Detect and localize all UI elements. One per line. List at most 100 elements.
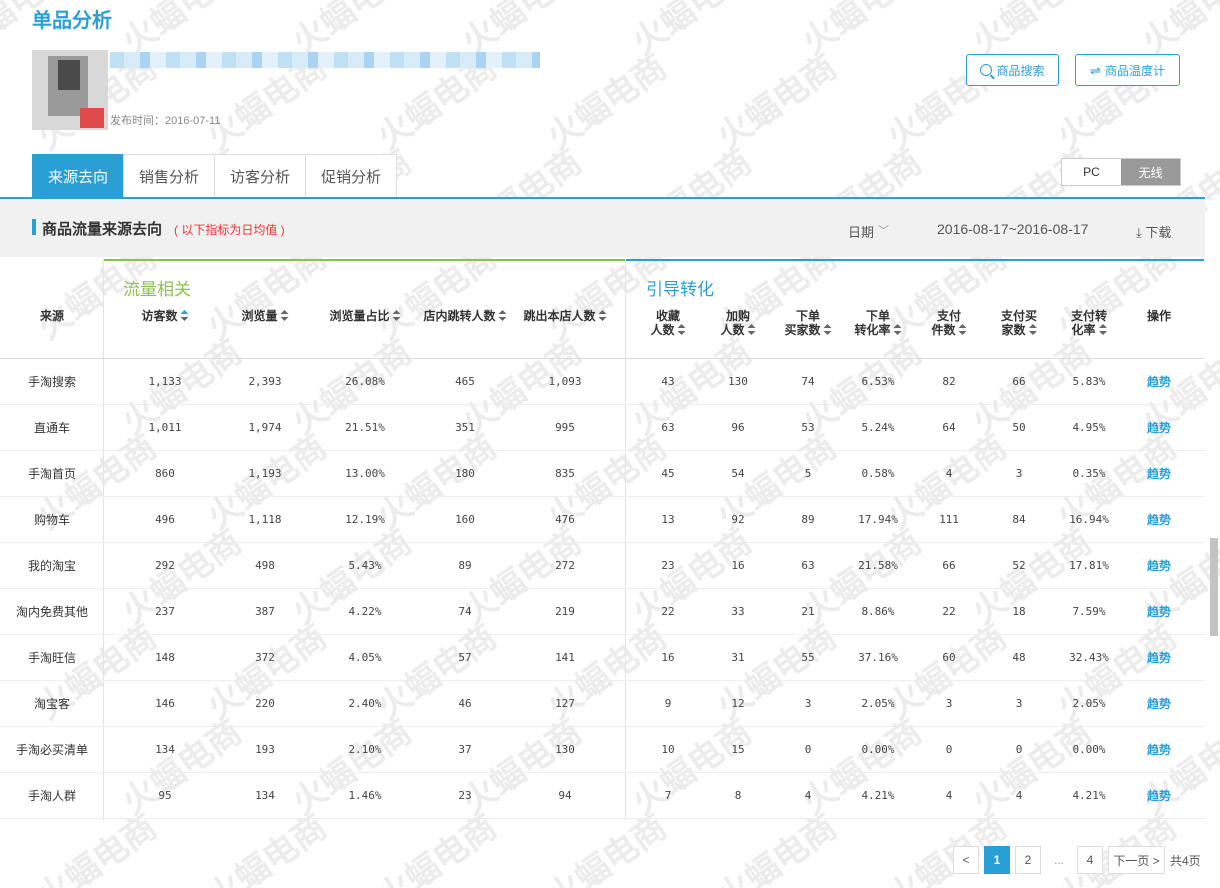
- column-header[interactable]: 浏览量占比: [329, 309, 401, 323]
- metric-cell: 2.05%: [861, 697, 895, 710]
- table-row: 直通车 1,011 1,974 21.51% 351 995 63 96 53 5.24% 64 50…: [0, 405, 1205, 451]
- product-search-button[interactable]: 商品搜索: [966, 54, 1059, 86]
- device-wireless-option[interactable]: 无线: [1121, 159, 1180, 185]
- sort-icon[interactable]: [598, 310, 607, 321]
- scrollbar-thumb[interactable]: [1210, 538, 1218, 636]
- chevron-down-icon[interactable]: ﹀: [878, 222, 889, 238]
- column-header[interactable]: 跳出本店人数: [523, 309, 607, 323]
- column-header[interactable]: 下单 买家数: [784, 309, 832, 337]
- trend-link[interactable]: 趋势: [1147, 635, 1171, 681]
- column-header[interactable]: 收藏 人数: [650, 309, 686, 337]
- metric-cell: 45: [661, 467, 675, 480]
- metric-cell: 7: [664, 789, 672, 802]
- column-header[interactable]: 浏览量: [241, 309, 289, 323]
- tab-sales[interactable]: 销售分析: [123, 154, 216, 198]
- column-header[interactable]: 访客数: [141, 309, 189, 323]
- metric-cell: 0.00%: [1072, 743, 1106, 756]
- trend-link[interactable]: 趋势: [1147, 405, 1171, 451]
- column-header[interactable]: 支付 件数: [931, 309, 967, 337]
- metric-cell: 5.83%: [1072, 375, 1106, 388]
- tab-source[interactable]: 来源去向: [32, 154, 125, 198]
- sort-icon[interactable]: [498, 310, 507, 321]
- trend-link[interactable]: 趋势: [1147, 359, 1171, 405]
- metric-cell: 22: [661, 605, 675, 618]
- prev-page-button[interactable]: <: [953, 846, 979, 874]
- sort-icon[interactable]: [1098, 324, 1107, 335]
- analysis-tabs: 来源去向 销售分析 访客分析 促销分析: [32, 154, 398, 198]
- metric-cell: 0: [804, 743, 812, 756]
- table-row: 淘内免费其他 237 387 4.22% 74 219 22 33 21 8.86% 22 18 7.5…: [0, 589, 1205, 635]
- metric-cell: 130: [728, 375, 748, 388]
- trend-link[interactable]: 趋势: [1147, 681, 1171, 727]
- metric-cell: 8.86%: [861, 605, 895, 618]
- metric-cell: 43: [661, 375, 675, 388]
- tab-promotion[interactable]: 促销分析: [305, 154, 398, 198]
- page-button-1[interactable]: 1: [984, 846, 1010, 874]
- trend-link[interactable]: 趋势: [1147, 589, 1171, 635]
- trend-link[interactable]: 趋势: [1147, 773, 1171, 819]
- metric-cell: 37: [458, 743, 472, 756]
- page-button-2[interactable]: 2: [1015, 846, 1041, 874]
- device-pc-option[interactable]: PC: [1062, 159, 1121, 185]
- column-header[interactable]: 店内跳转人数: [423, 309, 507, 323]
- source-name-cell: 淘宝客: [33, 697, 71, 711]
- sort-icon[interactable]: [1028, 324, 1037, 335]
- column-header[interactable]: 下单 转化率: [854, 309, 902, 337]
- metric-cell: 3: [1015, 467, 1023, 480]
- product-thumbnail[interactable]: [32, 50, 108, 130]
- date-range: 2016-08-17~2016-08-17: [937, 221, 1089, 237]
- watermark-text: 火蝠电商: [624, 0, 760, 63]
- metric-cell: 66: [942, 559, 956, 572]
- metric-cell: 272: [555, 559, 575, 572]
- metric-cell: 0: [945, 743, 953, 756]
- metric-cell: 5: [804, 467, 812, 480]
- download-button[interactable]: ⤓ 下载: [1136, 222, 1171, 241]
- metric-cell: 0.58%: [861, 467, 895, 480]
- tab-visitors[interactable]: 访客分析: [214, 154, 307, 198]
- column-header[interactable]: 支付转 化率: [1071, 309, 1107, 337]
- metric-cell: 6.53%: [861, 375, 895, 388]
- metric-cell: 96: [731, 421, 745, 434]
- page-button-4[interactable]: 4: [1077, 846, 1103, 874]
- metric-cell: 2.05%: [1072, 697, 1106, 710]
- metric-cell: 292: [155, 559, 175, 572]
- metric-cell: 4.21%: [1072, 789, 1106, 802]
- metric-cell: 18: [1012, 605, 1026, 618]
- sort-icon[interactable]: [392, 310, 401, 321]
- product-thermometer-label: 商品温度计: [1104, 63, 1165, 78]
- metric-cell: 4: [1015, 789, 1023, 802]
- date-selector[interactable]: 日期: [848, 222, 874, 241]
- metric-cell: 12.19%: [345, 513, 385, 526]
- column-header[interactable]: 支付买 家数: [1001, 309, 1037, 337]
- product-thermometer-button[interactable]: ⇌ 商品温度计: [1075, 54, 1180, 86]
- metric-cell: 63: [661, 421, 675, 434]
- sort-icon[interactable]: [180, 310, 189, 321]
- metric-cell: 37.16%: [858, 651, 898, 664]
- column-header-label: 下单 买家数: [784, 309, 821, 337]
- next-page-button[interactable]: 下一页 >: [1108, 846, 1165, 874]
- source-name-cell: 淘内免费其他: [15, 605, 89, 619]
- metric-cell: 13: [661, 513, 675, 526]
- watermark-text: 火蝠电商: [1215, 230, 1220, 348]
- metric-cell: 32.43%: [1069, 651, 1109, 664]
- trend-link[interactable]: 趋势: [1147, 543, 1171, 589]
- sort-icon[interactable]: [747, 324, 756, 335]
- table-body: 手淘搜索 1,133 2,393 26.08% 465 1,093 43 130 74 6.53%…: [0, 359, 1205, 819]
- sort-icon[interactable]: [280, 310, 289, 321]
- metric-cell: 50: [1012, 421, 1026, 434]
- sort-icon[interactable]: [677, 324, 686, 335]
- metric-cell: 1,974: [248, 421, 282, 434]
- column-header[interactable]: 加购 人数: [720, 309, 756, 337]
- sort-icon[interactable]: [823, 324, 832, 335]
- trend-link[interactable]: 趋势: [1147, 451, 1171, 497]
- trend-link[interactable]: 趋势: [1147, 497, 1171, 543]
- sort-icon[interactable]: [893, 324, 902, 335]
- metric-cell: 4: [804, 789, 812, 802]
- metric-cell: 465: [455, 375, 475, 388]
- metric-cell: 94: [558, 789, 572, 802]
- metric-cell: 22: [942, 605, 956, 618]
- sort-icon[interactable]: [958, 324, 967, 335]
- column-header-label: 店内跳转人数: [423, 309, 496, 323]
- metric-cell: 193: [255, 743, 275, 756]
- trend-link[interactable]: 趋势: [1147, 727, 1171, 773]
